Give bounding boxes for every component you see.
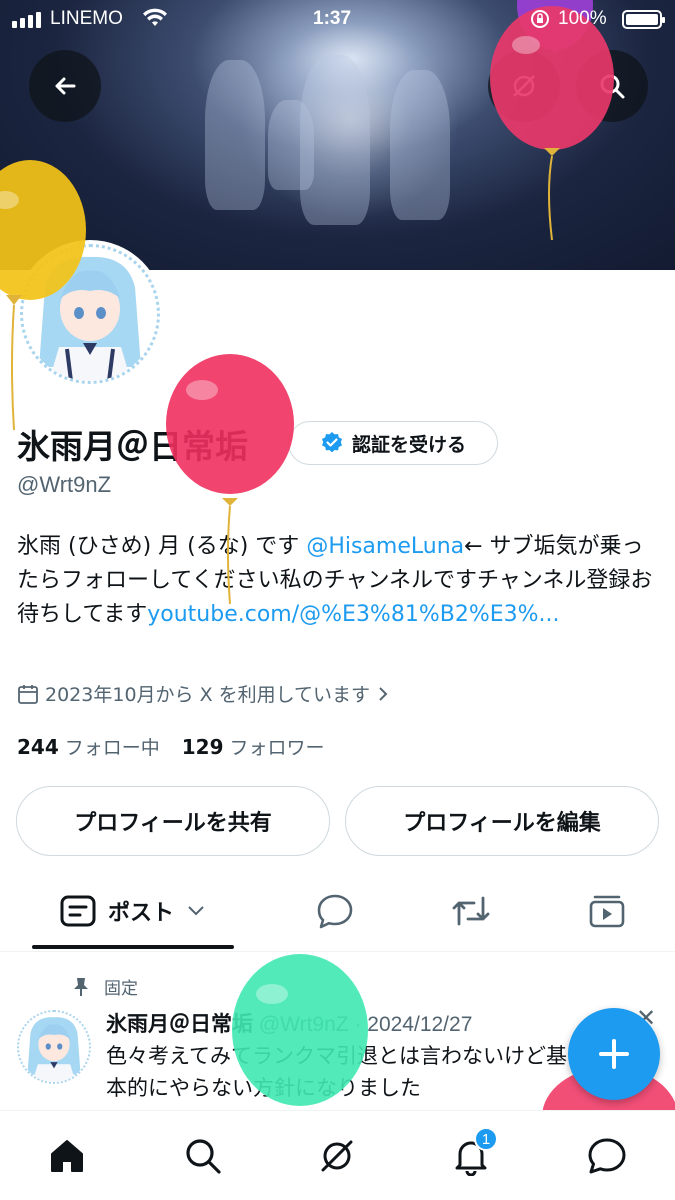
display-name: 氷雨月＠日常垢 — [17, 427, 248, 466]
following-label: フォロー中 — [64, 737, 160, 759]
get-verified-label: 認証を受ける — [351, 433, 466, 456]
banner-figure — [390, 70, 450, 220]
tab-posts-label: ポスト — [107, 901, 174, 926]
tab-reposts[interactable] — [436, 870, 506, 952]
profile-tabs: ポスト — [0, 870, 675, 952]
tab-replies[interactable] — [300, 870, 370, 952]
tab-posts[interactable]: ポスト — [32, 870, 234, 952]
nav-search[interactable] — [178, 1131, 228, 1181]
back-button[interactable] — [29, 50, 101, 122]
status-bar: LINEMO 1:37 100% — [0, 0, 675, 40]
message-icon — [588, 1138, 626, 1174]
avatar-illustration — [39, 256, 141, 381]
active-tab-indicator — [32, 945, 234, 949]
battery-icon — [622, 10, 665, 29]
tab-media[interactable] — [572, 870, 642, 952]
search-icon — [186, 1139, 221, 1174]
comment-icon — [317, 894, 353, 929]
get-verified-button[interactable]: 認証を受ける — [288, 421, 498, 465]
wifi-icon — [143, 8, 167, 26]
avatar-illustration — [27, 1017, 81, 1082]
grok-icon — [321, 1140, 353, 1172]
notification-badge: 1 — [474, 1127, 498, 1151]
posts-icon — [60, 895, 96, 927]
following-count: 244 — [17, 735, 59, 759]
carrier-name: LINEMO — [50, 8, 123, 29]
verified-badge-icon — [321, 432, 342, 453]
profile-avatar[interactable] — [16, 240, 164, 388]
pinned-indicator: 固定 — [72, 974, 138, 999]
search-icon — [600, 74, 625, 99]
share-profile-button[interactable]: プロフィールを共有 — [16, 786, 330, 856]
follow-stats: 244 フォロー中 129 フォロワー — [17, 733, 325, 760]
joined-date-row[interactable]: 2023年10月から X を利用しています — [17, 680, 390, 707]
search-button[interactable] — [576, 50, 648, 122]
battery-percent: 100% — [558, 8, 607, 29]
followers-link[interactable]: 129 フォロワー — [181, 735, 325, 759]
following-link[interactable]: 244 フォロー中 — [17, 735, 160, 759]
banner-figure — [205, 60, 265, 210]
compose-post-button[interactable] — [568, 1008, 660, 1100]
followers-count: 129 — [181, 735, 224, 759]
grok-button[interactable] — [488, 50, 560, 122]
plus-icon — [599, 1039, 629, 1069]
grok-icon — [513, 75, 535, 97]
post-meta: @Wrt9nZ · 2024/12/27 — [253, 1013, 473, 1036]
pinned-label: 固定 — [104, 979, 138, 999]
calendar-icon — [18, 684, 38, 704]
bio-url-link[interactable]: youtube.com/@%E3%81%B2%E3%... — [147, 602, 559, 627]
followers-label: フォロワー — [229, 737, 325, 759]
post-header: 氷雨月＠日常垢 @Wrt9nZ · 2024/12/27 — [106, 1008, 472, 1038]
nav-home[interactable] — [42, 1131, 92, 1181]
chevron-down-icon — [188, 906, 204, 916]
pin-icon — [74, 977, 88, 996]
arrow-left-icon — [55, 77, 76, 95]
video-icon — [589, 895, 625, 928]
post-author-name[interactable]: 氷雨月＠日常垢 — [106, 1012, 253, 1036]
nav-grok[interactable] — [312, 1131, 362, 1181]
profile-banner[interactable] — [0, 0, 675, 270]
nav-messages[interactable] — [582, 1131, 632, 1181]
home-icon — [51, 1140, 83, 1172]
profile-bio: 氷雨 (ひさめ) 月 (るな) です @HisameLuna← サブ垢気が乗った… — [17, 530, 662, 632]
post-text[interactable]: 色々考えてみてランクマ引退とは言わないけど基本的にやらない方針になりました — [106, 1040, 576, 1104]
signal-icon — [12, 12, 41, 28]
bio-text: 氷雨 (ひさめ) 月 (るな) です — [17, 534, 307, 559]
nav-notifications[interactable]: 1 — [446, 1127, 498, 1181]
bottom-navigation: 1 — [0, 1110, 675, 1200]
edit-profile-button[interactable]: プロフィールを編集 — [345, 786, 659, 856]
clock: 1:37 — [313, 8, 352, 29]
user-handle: @Wrt9nZ — [17, 472, 112, 497]
joined-date: 2023年10月から X を利用しています — [45, 684, 371, 706]
rotation-lock-icon — [531, 10, 549, 28]
repost-icon — [452, 896, 490, 926]
bio-mention-link[interactable]: @HisameLuna — [306, 534, 464, 559]
banner-figure — [268, 100, 314, 190]
post-author-avatar[interactable] — [17, 1010, 91, 1084]
chevron-right-icon — [379, 686, 388, 701]
